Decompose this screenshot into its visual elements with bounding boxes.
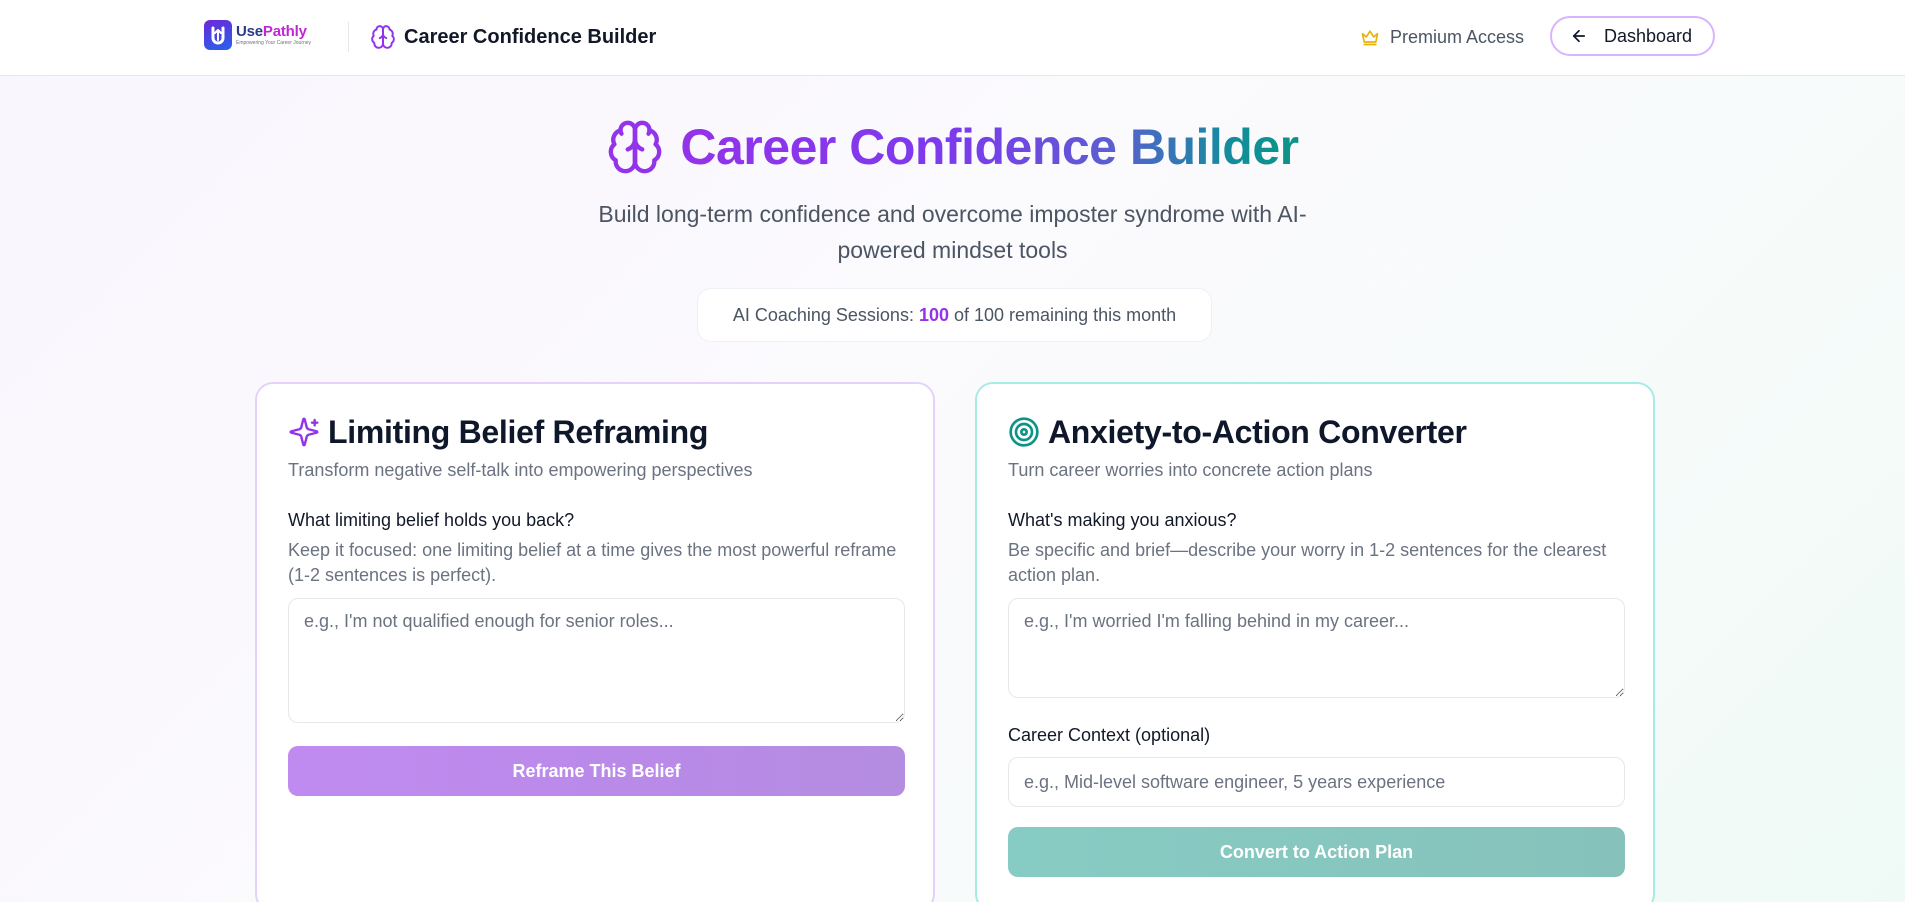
target-icon: [1009, 417, 1039, 447]
convert-action-plan-button[interactable]: Convert to Action Plan: [1008, 827, 1625, 877]
logo-mark-icon: [204, 20, 232, 50]
brain-icon: [371, 25, 395, 49]
premium-access: Premium Access: [1360, 24, 1524, 50]
anxiety-field-help: Be specific and brief—describe your worr…: [1008, 540, 1607, 585]
logo-tagline: Empowering Your Career Journey: [236, 40, 312, 46]
belief-field-label: What limiting belief holds you back?: [288, 510, 575, 530]
career-context-input[interactable]: [1008, 757, 1625, 807]
anxiety-textarea[interactable]: [1008, 598, 1625, 698]
sessions-remaining: 100: [918, 304, 949, 325]
arrow-left-icon: [1572, 29, 1586, 43]
premium-label: Premium Access: [1390, 26, 1525, 47]
sparkles-icon: [289, 417, 319, 447]
card-title: Limiting Belief Reframing: [328, 413, 709, 450]
card-description: Turn career worries into concrete action…: [1008, 460, 1373, 480]
dashboard-button[interactable]: Dashboard: [1550, 16, 1715, 56]
card-title: Anxiety-to-Action Converter: [1048, 413, 1467, 450]
hero-heading: Career Confidence Builder: [0, 114, 1905, 180]
sessions-suffix: of 100 remaining this month: [954, 304, 1177, 325]
sessions-counter: AI Coaching Sessions: 100 of 100 remaini…: [697, 288, 1212, 342]
sessions-prefix: AI Coaching Sessions:: [732, 304, 914, 325]
reframe-belief-button[interactable]: Reframe This Belief: [288, 746, 905, 796]
dashboard-button-label: Dashboard: [1604, 25, 1693, 46]
limiting-belief-card: Limiting Belief Reframing Transform nega…: [255, 382, 935, 902]
anxiety-action-card: Anxiety-to-Action Converter Turn career …: [975, 382, 1655, 902]
header-title: Career Confidence Builder: [404, 26, 657, 48]
anxiety-field-label: What's making you anxious?: [1008, 510, 1237, 530]
usepathly-logo[interactable]: UsePathly Empowering Your Career Journey: [204, 19, 318, 51]
brain-icon: [609, 120, 662, 174]
header-divider: [348, 22, 349, 52]
belief-textarea[interactable]: [288, 598, 905, 723]
belief-field-help: Keep it focused: one limiting belief at …: [288, 540, 897, 585]
top-navbar: UsePathly Empowering Your Career Journey…: [0, 0, 1905, 76]
page-subtitle: Build long-term confidence and overcome …: [598, 201, 1307, 263]
page-title: Career Confidence Builder: [680, 114, 1299, 180]
career-context-label: Career Context (optional): [1008, 725, 1211, 745]
card-description: Transform negative self-talk into empowe…: [288, 460, 753, 480]
crown-icon: [1361, 30, 1379, 46]
logo-name: UsePathly: [236, 23, 307, 40]
